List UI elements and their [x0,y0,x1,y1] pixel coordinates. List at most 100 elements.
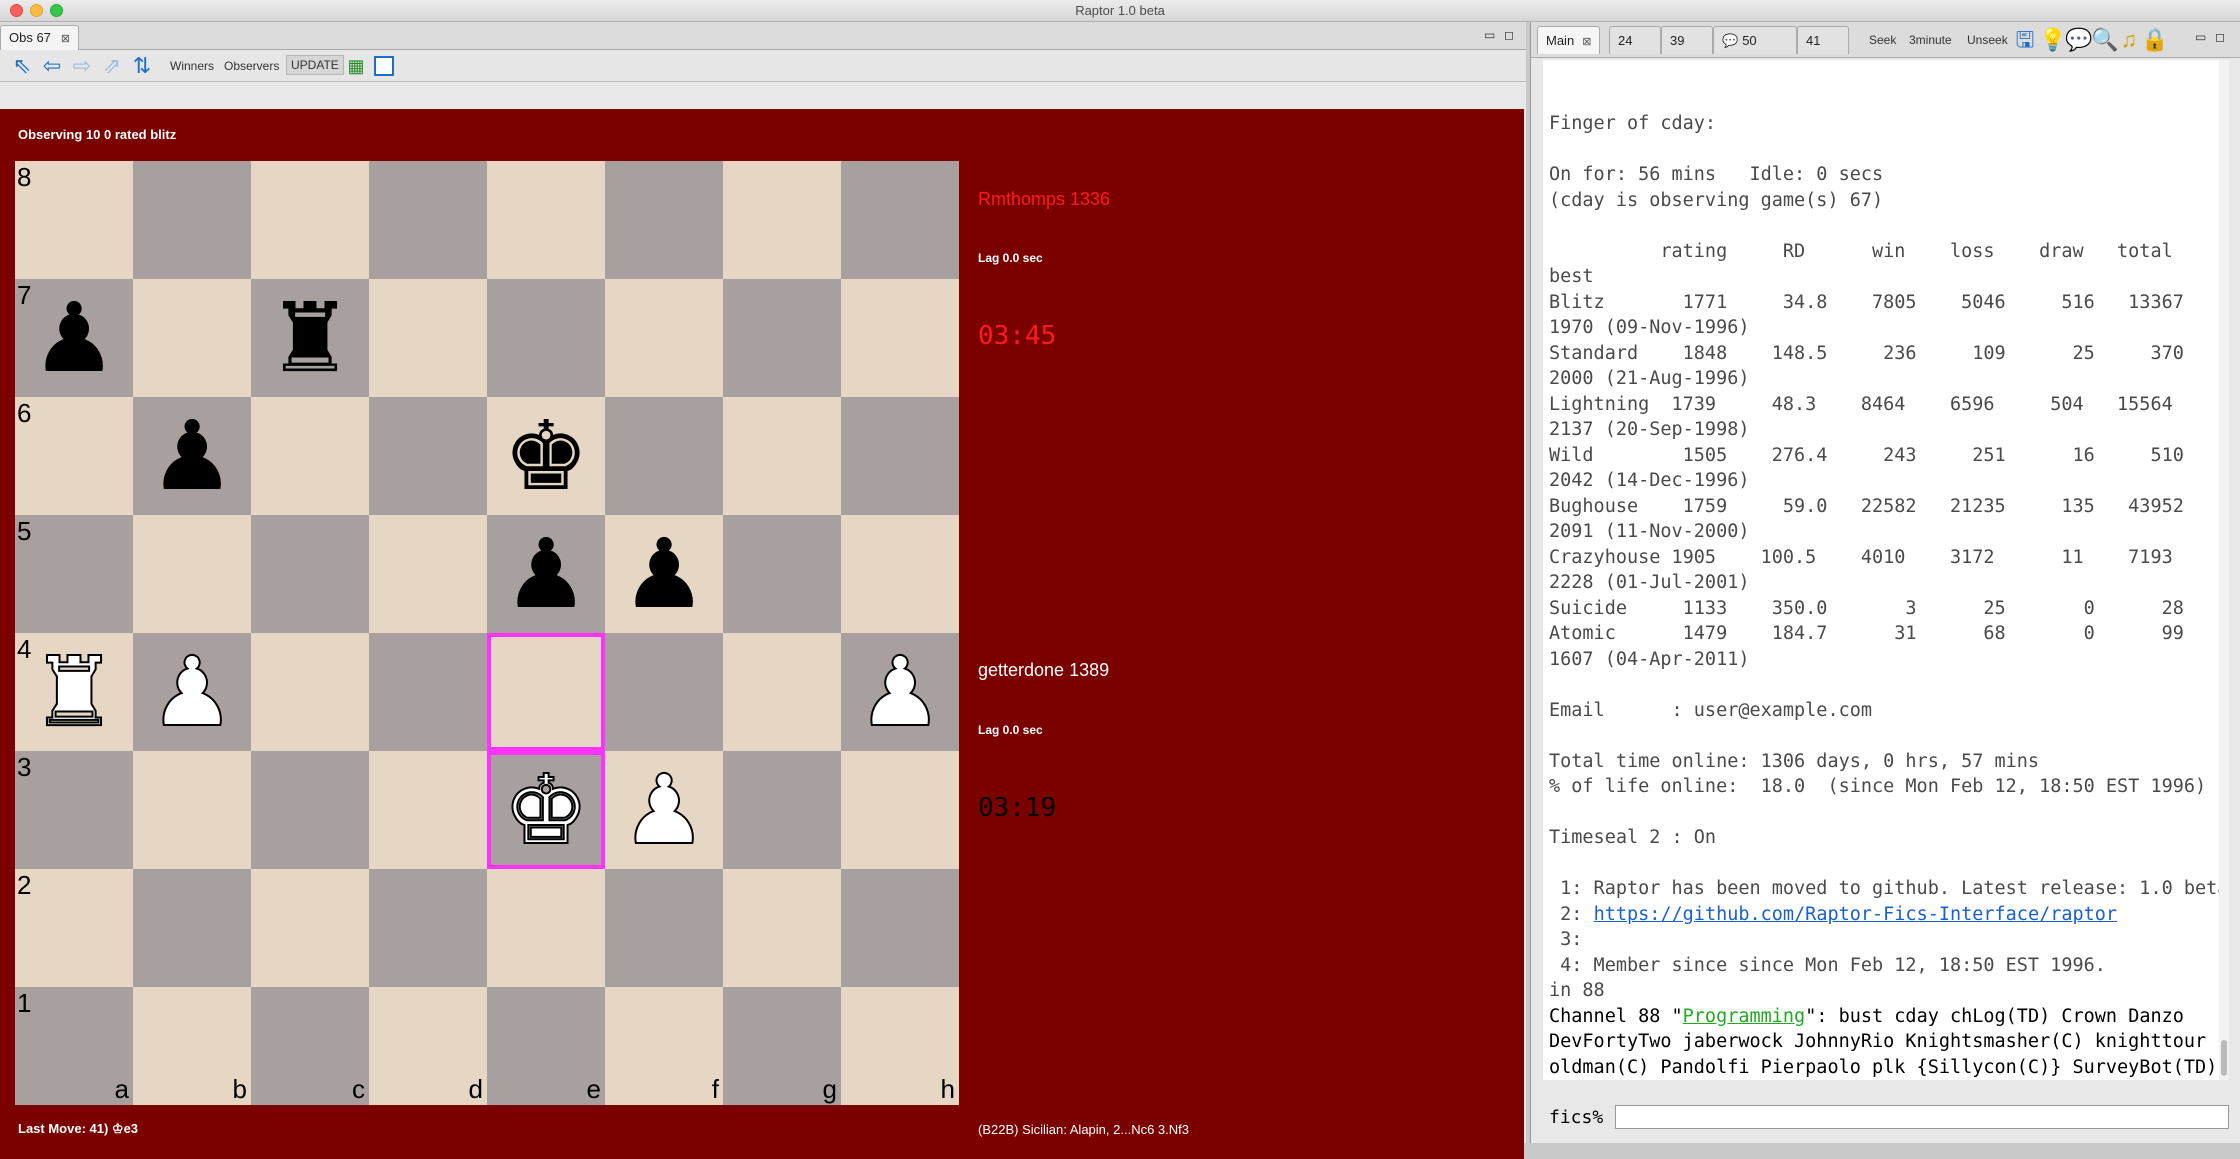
square-b2[interactable] [133,869,251,987]
square-h8[interactable] [841,161,959,279]
black-pawn-icon[interactable]: ♟ [133,397,251,515]
white-king-icon[interactable]: ♚ [487,751,605,869]
white-pawn-icon[interactable]: ♟ [841,633,959,751]
white-pawn-icon[interactable]: ♟ [605,751,723,869]
channel-name-link[interactable]: Programming [1683,1006,1806,1027]
square-d2[interactable] [369,869,487,987]
black-rook-icon[interactable]: ♜ [251,279,369,397]
square-f6[interactable] [605,397,723,515]
square-h5[interactable] [841,515,959,633]
square-c5[interactable] [251,515,369,633]
square-h7[interactable] [841,279,959,397]
square-c3[interactable] [251,751,369,869]
chess-board[interactable]: 8 7 ♟ ♜ 6 ♟ ♚ 5 ♟ ♟ 4 ♜ ♟ ♟ 3 ♚ ♟ 2 1 a b c d e f g h [15,161,959,1105]
square-b1[interactable]: b [133,987,251,1105]
square-a1[interactable]: 1a [15,987,133,1105]
update-button[interactable]: UPDATE [286,55,344,75]
square-e6[interactable]: ♚ [487,397,605,515]
square-d7[interactable] [369,279,487,397]
first-move-icon[interactable]: ⇖ [10,55,34,77]
square-g8[interactable] [723,161,841,279]
square-b4[interactable]: ♟ [133,633,251,751]
unseek-button[interactable]: Unseek [1967,33,2008,47]
maximize-pane-icon[interactable]: ◻ [2215,30,2225,44]
black-pawn-icon[interactable]: ♟ [605,515,723,633]
square-a7[interactable]: 7 ♟ [15,279,133,397]
last-move-icon[interactable]: ⇗ [100,55,124,77]
square-g5[interactable] [723,515,841,633]
winners-button[interactable]: Winners [170,59,214,73]
square-f3[interactable]: ♟ [605,751,723,869]
square-e7[interactable] [487,279,605,397]
tab-39[interactable]: 39 [1661,26,1713,54]
square-g2[interactable] [723,869,841,987]
tab-24[interactable]: 24 [1609,26,1661,54]
tab-41[interactable]: 41 [1797,26,1849,54]
square-g4[interactable] [723,633,841,751]
square-b3[interactable] [133,751,251,869]
lightbulb-icon[interactable]: 💡 [2039,27,2066,53]
square-d5[interactable] [369,515,487,633]
square-f7[interactable] [605,279,723,397]
square-b8[interactable] [133,161,251,279]
square-h3[interactable] [841,751,959,869]
lock-icon[interactable]: 🔒 [2141,27,2168,53]
square-a8[interactable]: 8 [15,161,133,279]
square-c6[interactable] [251,397,369,515]
square-f5[interactable]: ♟ [605,515,723,633]
speech-bubble-icon[interactable]: 💬 [2065,27,2092,53]
maximize-pane-icon[interactable]: ◻ [1504,28,1514,42]
black-pawn-icon[interactable]: ♟ [487,515,605,633]
save-icon[interactable]: 🖫 [2013,27,2037,53]
square-c8[interactable] [251,161,369,279]
square-d1[interactable]: d [369,987,487,1105]
black-pawn-icon[interactable]: ♟ [15,279,133,397]
close-tab-icon[interactable]: ⊠ [1582,36,1591,48]
square-d8[interactable] [369,161,487,279]
square-g6[interactable] [723,397,841,515]
square-c2[interactable] [251,869,369,987]
forward-arrow-icon[interactable]: ⇨ [70,55,94,77]
square-e4[interactable] [487,633,605,751]
square-f4[interactable] [605,633,723,751]
square-f2[interactable] [605,869,723,987]
square-a4[interactable]: 4 ♜ [15,633,133,751]
tab-50[interactable]: 💬 50 [1713,26,1797,54]
calculator-icon[interactable]: ▦ [344,55,368,77]
square-d4[interactable] [369,633,487,751]
square-e8[interactable] [487,161,605,279]
square-h4[interactable]: ♟ [841,633,959,751]
black-king-icon[interactable]: ♚ [487,397,605,515]
square-f1[interactable]: f [605,987,723,1105]
square-d6[interactable] [369,397,487,515]
square-b5[interactable] [133,515,251,633]
music-note-icon[interactable]: ♫ [2117,27,2141,53]
console-scrollbar[interactable] [2219,60,2229,1080]
square-g3[interactable] [723,751,841,869]
console-link[interactable]: https://github.com/Raptor-Fics-Interface… [1594,904,2117,925]
square-h1[interactable]: h [841,987,959,1105]
square-g7[interactable] [723,279,841,397]
square-b6[interactable]: ♟ [133,397,251,515]
square-c1[interactable]: c [251,987,369,1105]
square-e5[interactable]: ♟ [487,515,605,633]
square-g1[interactable]: g [723,987,841,1105]
square-c7[interactable]: ♜ [251,279,369,397]
square-a2[interactable]: 2 [15,869,133,987]
white-rook-icon[interactable]: ♜ [15,633,133,751]
minimize-pane-icon[interactable]: ▭ [1484,28,1495,42]
flip-board-icon[interactable]: ⇅ [130,55,154,77]
search-icon[interactable]: 🔍 [2091,27,2118,53]
seek-button[interactable]: Seek [1869,33,1896,47]
square-c4[interactable] [251,633,369,751]
back-arrow-icon[interactable]: ⇦ [40,55,64,77]
square-a5[interactable]: 5 [15,515,133,633]
3minute-button[interactable]: 3minute [1909,33,1952,47]
square-e2[interactable] [487,869,605,987]
square-a6[interactable]: 6 [15,397,133,515]
square-b7[interactable] [133,279,251,397]
tab-obs-67[interactable]: Obs 67 ⊠ [0,25,80,50]
square-e1[interactable]: e [487,987,605,1105]
console-output[interactable]: Finger of cday: On for: 56 mins Idle: 0 s… [1543,60,2229,1080]
square-f8[interactable] [605,161,723,279]
